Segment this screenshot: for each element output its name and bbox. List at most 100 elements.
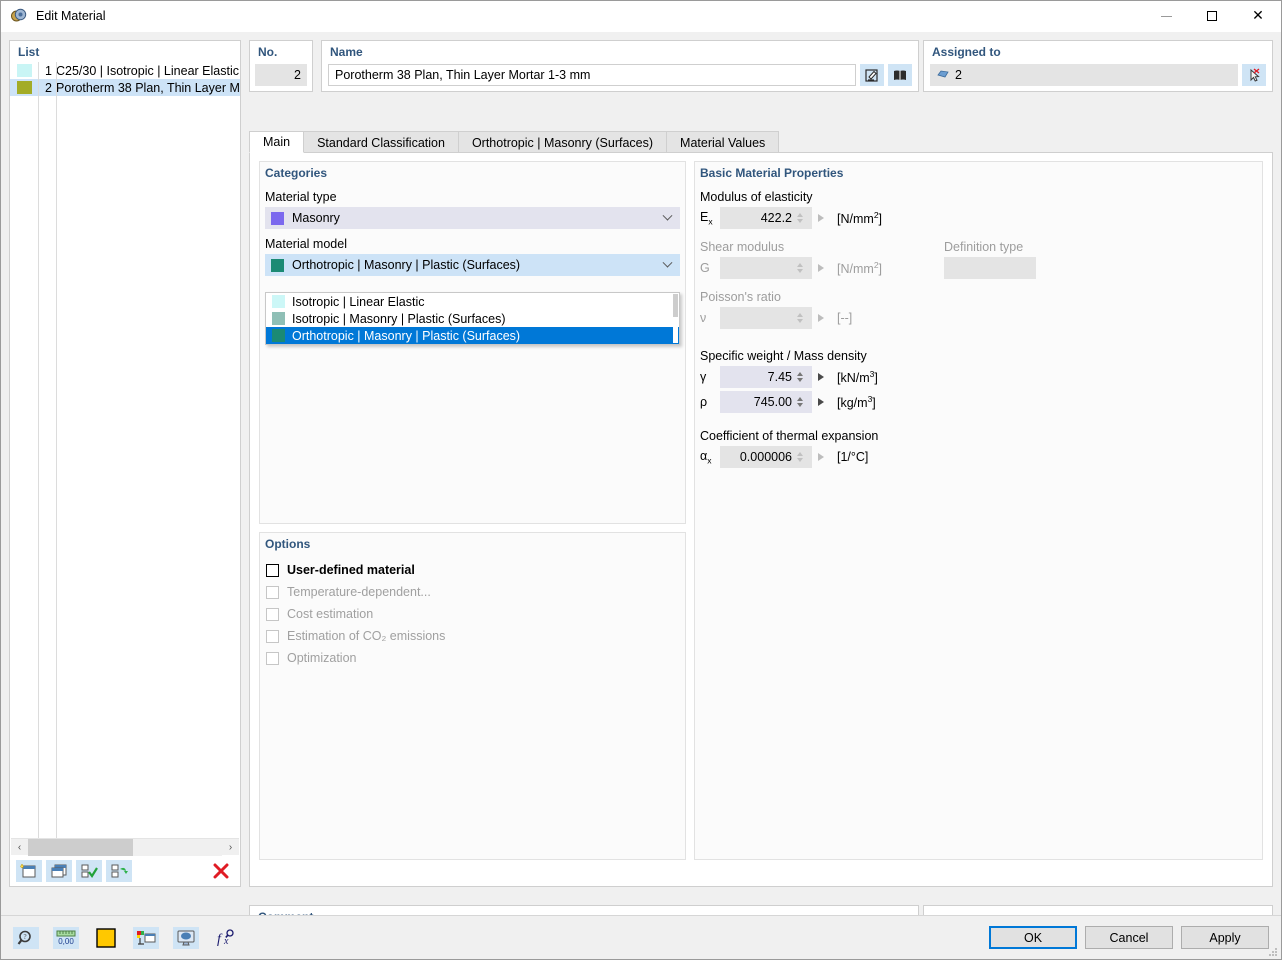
svg-text:x: x — [223, 936, 229, 947]
dropdown-scrollbar[interactable] — [673, 294, 678, 343]
option-label: Cost estimation — [287, 607, 374, 621]
rho-unit: [kg/m3] — [837, 393, 876, 411]
tab-strip: Main Standard Classification Orthotropic… — [249, 131, 1273, 153]
dropdown-option-isotropic-linear-elastic[interactable]: Isotropic | Linear Elastic — [266, 293, 679, 310]
render-monitor-icon[interactable] — [173, 926, 199, 949]
tab-material-values[interactable]: Material Values — [666, 131, 780, 153]
pick-cursor-icon[interactable] — [1242, 64, 1266, 86]
shear-more-button — [812, 257, 830, 279]
status-toolbar: ? 0,00 fx OK Cancel Apply — [1, 915, 1281, 959]
spinner-buttons[interactable] — [792, 207, 808, 229]
alpha-row: αx 0.000006 [1/°C] — [695, 446, 1262, 468]
svg-text:?: ? — [23, 933, 26, 941]
poisson-unit: [--] — [837, 311, 853, 325]
edit-pencil-icon[interactable] — [860, 64, 884, 86]
spinner-buttons[interactable] — [792, 391, 808, 413]
modulus-of-elasticity-label: Modulus of elasticity — [700, 190, 813, 204]
option-color-swatch — [272, 295, 285, 308]
book-library-icon[interactable] — [888, 64, 912, 86]
list-horizontal-scrollbar[interactable]: ‹ › — [11, 838, 239, 856]
gamma-input[interactable]: 7.45 — [720, 366, 812, 388]
assigned-to-panel: Assigned to 2 — [923, 40, 1273, 92]
modulus-value: 422.2 — [760, 211, 792, 225]
categories-panel: Categories Material type Masonry Materia… — [259, 161, 686, 524]
dropdown-option-isotropic-masonry-plastic[interactable]: Isotropic | Masonry | Plastic (Surfaces) — [266, 310, 679, 327]
option-optimization: Optimization — [260, 647, 685, 669]
list-toolbar — [10, 856, 240, 886]
poisson-input — [720, 307, 812, 329]
basic-material-properties-panel: Basic Material Properties Modulus of ela… — [694, 161, 1263, 860]
material-type-color-swatch — [271, 211, 284, 225]
tab-orthotropic-masonry-surfaces[interactable]: Orthotropic | Masonry (Surfaces) — [457, 131, 668, 153]
number-panel: No. 2 — [249, 40, 313, 92]
alpha-unit: [1/°C] — [837, 450, 869, 464]
resize-grip[interactable] — [1268, 946, 1278, 956]
delete-material-button[interactable] — [208, 860, 234, 882]
invert-selection-button[interactable] — [106, 860, 132, 882]
close-button[interactable]: ✕ — [1235, 1, 1281, 32]
new-material-button[interactable] — [16, 860, 42, 882]
list-item[interactable]: 2 Porotherm 38 Plan, Thin Layer Mortar — [10, 79, 240, 96]
modulus-more-button[interactable] — [812, 207, 830, 229]
shear-input — [720, 257, 812, 279]
material-model-combobox[interactable]: Orthotropic | Masonry | Plastic (Surface… — [265, 254, 680, 276]
checkbox[interactable] — [266, 563, 279, 577]
rho-more-button[interactable] — [812, 391, 830, 413]
properties-caption: Basic Material Properties — [700, 166, 844, 180]
number-field[interactable]: 2 — [255, 64, 307, 86]
name-input[interactable]: Porotherm 38 Plan, Thin Layer Mortar 1-3… — [328, 64, 856, 86]
option-label: Isotropic | Masonry | Plastic (Surfaces) — [292, 311, 506, 326]
option-label: Isotropic | Linear Elastic — [292, 294, 425, 309]
select-all-button[interactable] — [76, 860, 102, 882]
rho-input[interactable]: 745.00 — [720, 391, 812, 413]
units-ruler-icon[interactable]: 0,00 — [53, 926, 79, 949]
option-cost-estimation: Cost estimation — [260, 603, 685, 625]
tab-standard-classification[interactable]: Standard Classification — [303, 131, 459, 153]
function-fx-icon[interactable]: fx — [213, 927, 239, 949]
display-props-icon[interactable] — [133, 926, 159, 949]
option-color-swatch — [272, 329, 285, 342]
dropdown-option-orthotropic-masonry-plastic[interactable]: Orthotropic | Masonry | Plastic (Surface… — [266, 327, 679, 344]
maximize-button[interactable] — [1189, 1, 1235, 32]
spinner-buttons[interactable] — [792, 446, 808, 468]
cancel-button[interactable]: Cancel — [1085, 926, 1173, 949]
spinner-buttons[interactable] — [792, 366, 808, 388]
scroll-track[interactable] — [28, 838, 222, 856]
material-type-combobox[interactable]: Masonry — [265, 207, 680, 229]
option-label: User-defined material — [287, 563, 415, 577]
tab-main[interactable]: Main — [249, 131, 305, 153]
yellow-color-swatch-icon[interactable] — [93, 927, 119, 949]
poisson-row: ν [--] — [695, 307, 1262, 329]
alpha-input[interactable]: 0.000006 — [720, 446, 812, 468]
name-panel: Name Porotherm 38 Plan, Thin Layer Morta… — [321, 40, 919, 92]
poisson-symbol: ν — [700, 311, 707, 325]
scroll-right-icon[interactable]: › — [222, 839, 239, 856]
chevron-down-icon[interactable] — [662, 257, 673, 272]
shear-row: G [N/mm2] — [695, 257, 939, 279]
minimize-button[interactable] — [1143, 1, 1189, 32]
gamma-more-button[interactable] — [812, 366, 830, 388]
shear-modulus-label: Shear modulus — [700, 240, 785, 254]
option-temperature-dependent: Temperature-dependent... — [260, 581, 685, 603]
modulus-input[interactable]: 422.2 — [720, 207, 812, 229]
scroll-left-icon[interactable]: ‹ — [11, 839, 28, 856]
assigned-row: 2 — [930, 64, 1266, 86]
material-list[interactable]: 1 C25/30 | Isotropic | Linear Elastic 2 … — [10, 62, 240, 838]
alpha-value: 0.000006 — [739, 450, 792, 464]
option-label: Optimization — [287, 651, 357, 665]
material-model-dropdown-list[interactable]: Isotropic | Linear Elastic Isotropic | M… — [265, 292, 680, 345]
chevron-down-icon[interactable] — [662, 210, 673, 225]
option-user-defined-material[interactable]: User-defined material — [260, 559, 685, 581]
list-item-label: Porotherm 38 Plan, Thin Layer Mortar — [56, 80, 240, 95]
copy-material-button[interactable] — [46, 860, 72, 882]
ok-button[interactable]: OK — [989, 926, 1077, 949]
alpha-more-button[interactable] — [812, 446, 830, 468]
checkbox — [266, 585, 279, 599]
spinner-buttons — [792, 257, 808, 279]
apply-button[interactable]: Apply — [1181, 926, 1269, 949]
magnifier-info-icon[interactable]: ? — [13, 926, 39, 949]
assigned-field[interactable]: 2 — [930, 64, 1238, 86]
list-item[interactable]: 1 C25/30 | Isotropic | Linear Elastic — [10, 62, 240, 79]
option-co2-emissions: Estimation of CO₂ emissions — [260, 625, 685, 647]
surface-icon — [937, 68, 949, 82]
